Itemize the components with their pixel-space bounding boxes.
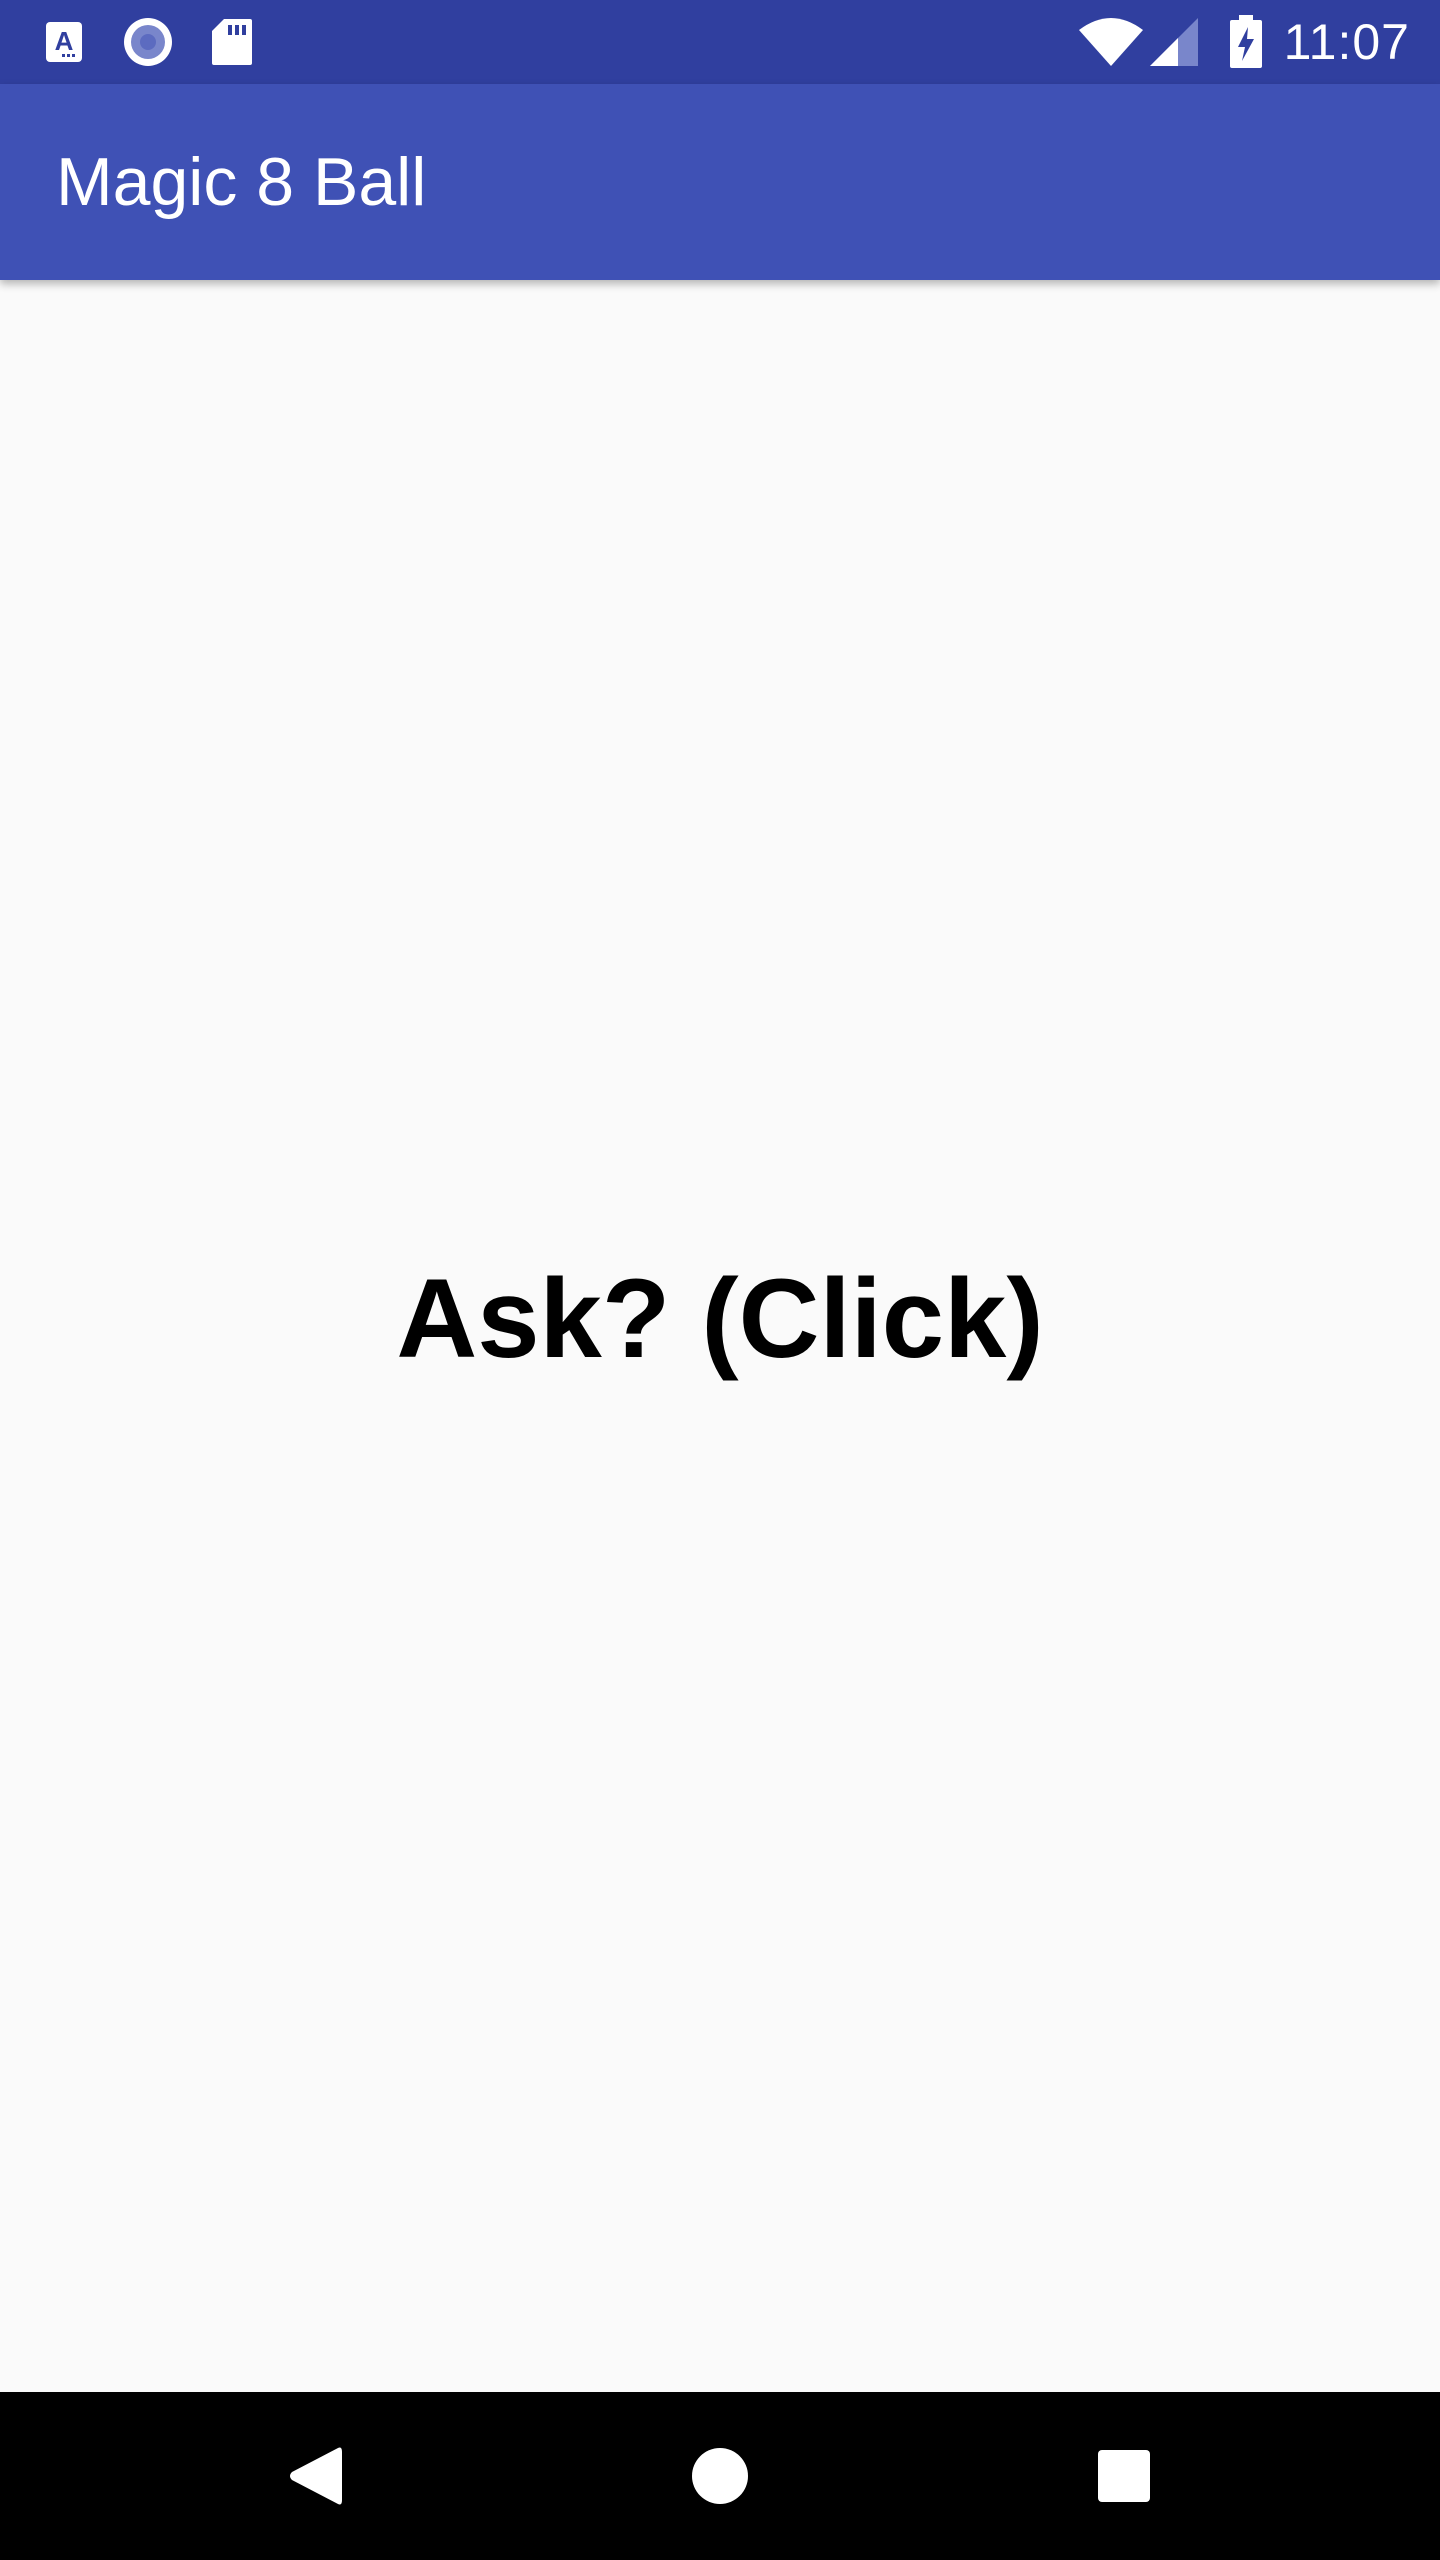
sd-card-icon xyxy=(206,0,258,84)
back-icon xyxy=(290,2447,342,2505)
back-button[interactable] xyxy=(216,2392,416,2560)
font-a-icon: A xyxy=(38,0,90,84)
main-content: Ask? (Click) xyxy=(0,280,1440,2392)
battery-charging-icon xyxy=(1224,0,1268,84)
screen: A 11:07 Magic 8 Ball Ask? (Click) xyxy=(0,0,1440,2560)
record-circle-icon xyxy=(118,0,178,84)
home-icon xyxy=(692,2448,748,2504)
cell-signal-icon xyxy=(1146,0,1202,84)
wifi-icon xyxy=(1076,0,1146,84)
status-time: 11:07 xyxy=(1283,14,1410,70)
status-bar: A 11:07 xyxy=(0,0,1440,84)
home-button[interactable] xyxy=(620,2392,820,2560)
app-title: Magic 8 Ball xyxy=(56,144,427,220)
ask-label: Ask? (Click) xyxy=(396,1255,1044,1381)
recents-button[interactable] xyxy=(1024,2392,1224,2560)
navigation-bar xyxy=(0,2392,1440,2560)
recents-icon xyxy=(1098,2450,1150,2502)
ask-button[interactable]: Ask? (Click) xyxy=(0,1228,1440,1408)
app-bar: Magic 8 Ball xyxy=(0,84,1440,280)
svg-text:A: A xyxy=(55,26,74,56)
